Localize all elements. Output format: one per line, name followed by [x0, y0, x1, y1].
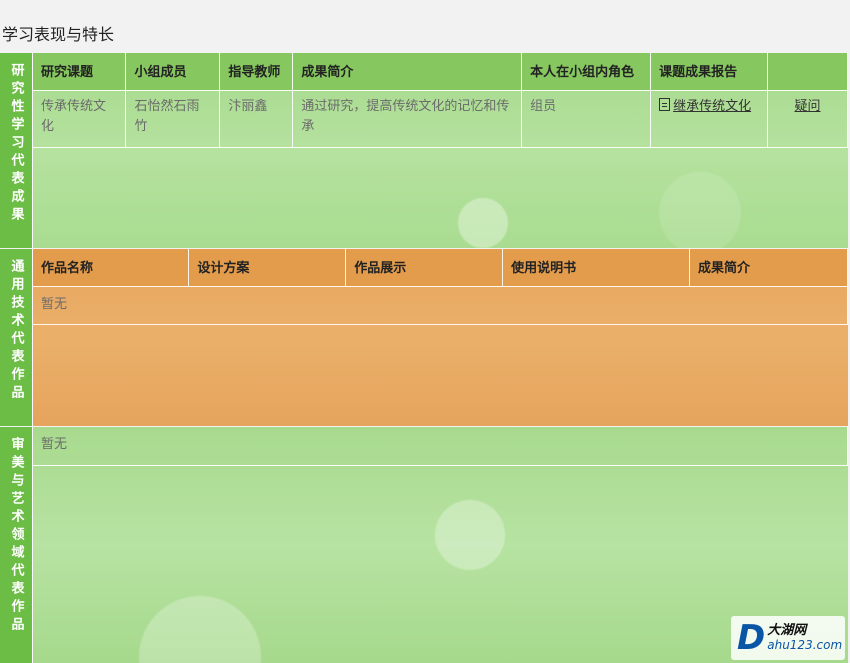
cell-question: 疑问: [767, 90, 848, 148]
cell-teacher: 汴丽鑫: [219, 90, 294, 148]
empty-cell: 暂无: [33, 286, 848, 325]
col-header-role: 本人在小组内角色: [521, 53, 652, 91]
research-side-label: 研究性学习代表成果: [0, 53, 32, 248]
col-header-display: 作品展示: [345, 249, 504, 287]
research-section: 研究性学习代表成果 研究课题 小组成员 指导教师 成果简介 本人在小组内角色 课…: [0, 53, 848, 248]
report-link[interactable]: 继承传统文化: [659, 97, 751, 114]
art-table: 暂无: [33, 427, 848, 466]
watermark-letter: D: [737, 618, 766, 658]
col-header-summary: 成果简介: [292, 53, 523, 91]
col-header-teacher: 指导教师: [219, 53, 294, 91]
watermark-logo: D 大湖网 ahu123.com: [731, 616, 845, 660]
document-icon: [659, 97, 671, 111]
table-row: 暂无: [33, 286, 848, 325]
col-header-summary: 成果简介: [689, 249, 848, 287]
table-header-row: 研究课题 小组成员 指导教师 成果简介 本人在小组内角色 课题成果报告: [33, 53, 848, 91]
art-side-label: 审美与艺术领域代表作品: [0, 427, 32, 663]
col-header-report: 课题成果报告: [650, 53, 768, 91]
tech-side-label: 通用技术代表作品: [0, 249, 32, 426]
watermark-cn: 大湖网: [767, 623, 807, 638]
col-header-design: 设计方案: [188, 249, 347, 287]
col-header-blank: [767, 53, 848, 91]
tech-section: 通用技术代表作品 作品名称 设计方案 作品展示 使用说明书 成果简介 暂无: [0, 249, 848, 426]
empty-cell: 暂无: [33, 427, 848, 466]
cell-summary: 通过研究，提高传统文化的记忆和传承: [292, 90, 523, 148]
research-table: 研究课题 小组成员 指导教师 成果简介 本人在小组内角色 课题成果报告 传承传统…: [33, 53, 848, 148]
col-header-members: 小组成员: [125, 53, 221, 91]
art-section: 审美与艺术领域代表作品 暂无: [0, 427, 848, 663]
question-link[interactable]: 疑问: [794, 99, 820, 114]
cell-members: 石怡然石雨竹: [125, 90, 221, 148]
col-header-topic: 研究课题: [33, 53, 127, 91]
cell-role: 组员: [521, 90, 652, 148]
cell-topic: 传承传统文化: [33, 90, 127, 148]
table-row: 传承传统文化 石怡然石雨竹 汴丽鑫 通过研究，提高传统文化的记忆和传承 组员 继…: [33, 90, 848, 148]
col-header-work-name: 作品名称: [33, 249, 190, 287]
table-header-row: 作品名称 设计方案 作品展示 使用说明书 成果简介: [33, 249, 848, 287]
watermark-url: ahu123.com: [767, 638, 843, 652]
page-title: 学习表现与特长: [2, 25, 115, 44]
col-header-manual: 使用说明书: [502, 249, 691, 287]
table-row: 暂无: [33, 427, 848, 466]
cell-report: 继承传统文化: [650, 90, 768, 148]
tech-table: 作品名称 设计方案 作品展示 使用说明书 成果简介 暂无: [33, 249, 848, 325]
